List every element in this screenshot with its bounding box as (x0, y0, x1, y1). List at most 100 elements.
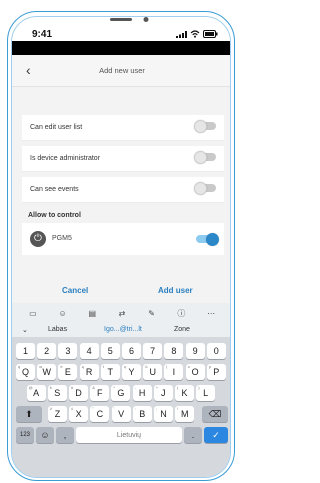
sticker-icon[interactable]: ☺ (56, 309, 70, 318)
key-c[interactable]: " C (90, 406, 110, 422)
key-8[interactable]: 8 (164, 343, 184, 359)
key-1[interactable]: 1 (16, 343, 35, 359)
key-secondary-label: ) (198, 385, 200, 390)
key-o[interactable]: oO (185, 364, 205, 380)
keyboard-settings-icon[interactable]: ▭ (26, 309, 40, 318)
key-r[interactable]: ąR (79, 364, 99, 380)
screen-header: ‹ Add new user (12, 55, 230, 87)
key-q[interactable]: qQ (16, 364, 35, 380)
key-label: 1 (22, 346, 28, 356)
key-label: 0 (213, 346, 219, 356)
key-l[interactable]: ) L (196, 385, 216, 401)
key-label: ⌫ (208, 409, 222, 419)
clipboard-icon[interactable]: ▤ (85, 309, 99, 318)
key-label: 8 (171, 346, 177, 356)
suggestion-item[interactable]: Labas (48, 326, 67, 333)
key-d[interactable]: # D (69, 385, 88, 401)
key-7[interactable]: 7 (143, 343, 163, 359)
translate-icon[interactable]: ⇄ (115, 309, 129, 318)
device-row-pgm5: ⏻ PGM5 (22, 223, 224, 255)
key-g[interactable]: * G (111, 385, 131, 401)
key-b[interactable]: :B (132, 406, 152, 422)
battery-icon (203, 30, 218, 38)
phone-screen: 9:41 ‹ Add new user Can edit user list I… (11, 16, 231, 478)
key-secondary-label: # (71, 385, 74, 390)
key-label: W (42, 367, 51, 377)
key-secondary-label: @ (28, 385, 33, 390)
key-k[interactable]: (K (175, 385, 194, 401)
section-title: Allow to control (28, 212, 81, 219)
key-secondary-label: ū (145, 364, 148, 369)
cancel-button[interactable]: Cancel (62, 286, 88, 295)
key-label: 3 (65, 346, 71, 356)
edit-user-list-toggle[interactable] (194, 119, 216, 133)
key-secondary-label: " (92, 406, 94, 411)
period-key[interactable]: . (184, 427, 202, 443)
key-y[interactable]: ųY (122, 364, 141, 380)
key-secondary-label: ' (113, 406, 115, 411)
key-label: B (139, 409, 146, 419)
key-label: L (203, 388, 209, 398)
key-2[interactable]: 2 (37, 343, 57, 359)
key-secondary-label: o (187, 364, 190, 369)
key-secondary-label: č (71, 406, 74, 411)
toggle-knob (206, 232, 219, 246)
suggestion-item[interactable]: Igo...@tri...lt (104, 326, 142, 333)
key-secondary-label: ž (50, 406, 52, 411)
keyboard-toolbar: ▭ ☺ ▤ ⇄ ✎ ⓘ ⋯ (12, 303, 230, 323)
permission-row-see-events: Can see events (22, 177, 224, 203)
key-0[interactable]: 0 (206, 343, 226, 359)
handwriting-icon[interactable]: ✎ (145, 309, 159, 318)
device-admin-toggle[interactable] (194, 150, 216, 164)
key-6[interactable]: 6 (122, 343, 141, 359)
key-z[interactable]: žZ (48, 406, 67, 422)
wifi-icon (190, 30, 200, 38)
key-t[interactable]: tT (100, 364, 120, 380)
key-n[interactable]: ; N (154, 406, 173, 422)
collapse-icon[interactable]: ⌄ (22, 326, 28, 334)
key-secondary-label: * (113, 385, 115, 390)
shift-key[interactable]: ⬆ (16, 406, 42, 422)
power-icon: ⏻ (30, 231, 46, 247)
see-events-toggle[interactable] (194, 181, 216, 195)
key-9[interactable]: 9 (185, 343, 205, 359)
permission-row-edit-user-list: Can edit user list (22, 115, 224, 141)
key-x[interactable]: čX (69, 406, 89, 422)
action-bar: Cancel Add user (12, 282, 230, 302)
info-icon[interactable]: ⓘ (174, 308, 188, 319)
key-label: Y (128, 367, 135, 377)
numbers-key[interactable]: 123 (16, 427, 34, 443)
key-secondary-label: q (18, 364, 21, 369)
key-i[interactable]: įI (164, 364, 184, 380)
space-key[interactable]: Lietuvių (76, 427, 182, 443)
key-h[interactable]: -H (132, 385, 152, 401)
key-s[interactable]: šS (47, 385, 67, 401)
key-p[interactable]: pP (206, 364, 226, 380)
emoji-key[interactable]: ☺ (36, 427, 54, 443)
key-label: U (149, 367, 156, 377)
enter-key[interactable]: ✓ (204, 427, 228, 443)
key-v[interactable]: ' V (111, 406, 131, 422)
key-secondary-label: w (39, 364, 43, 369)
pgm5-toggle[interactable] (196, 232, 219, 246)
backspace-key[interactable]: ⌫ (202, 406, 228, 422)
comma-key[interactable]: , (56, 427, 74, 443)
key-m[interactable]: ! M (175, 406, 195, 422)
key-e[interactable]: ėE (58, 364, 78, 380)
key-5[interactable]: 5 (100, 343, 120, 359)
permission-label: Can see events (30, 186, 79, 193)
add-user-button[interactable]: Add user (158, 286, 193, 295)
key-3[interactable]: 3 (58, 343, 78, 359)
key-f[interactable]: & F (90, 385, 110, 401)
key-w[interactable]: wW (37, 364, 57, 380)
key-secondary-label: + (155, 385, 159, 390)
key-a[interactable]: @ A (26, 385, 46, 401)
key-u[interactable]: ūU (143, 364, 163, 380)
key-secondary-label: - (134, 385, 136, 390)
more-icon[interactable]: ⋯ (204, 309, 218, 318)
key-label: Z (54, 409, 61, 419)
key-secondary-label: & (92, 385, 95, 390)
suggestion-item[interactable]: Zone (174, 326, 190, 333)
key-j[interactable]: + J (153, 385, 173, 401)
key-4[interactable]: 4 (79, 343, 99, 359)
